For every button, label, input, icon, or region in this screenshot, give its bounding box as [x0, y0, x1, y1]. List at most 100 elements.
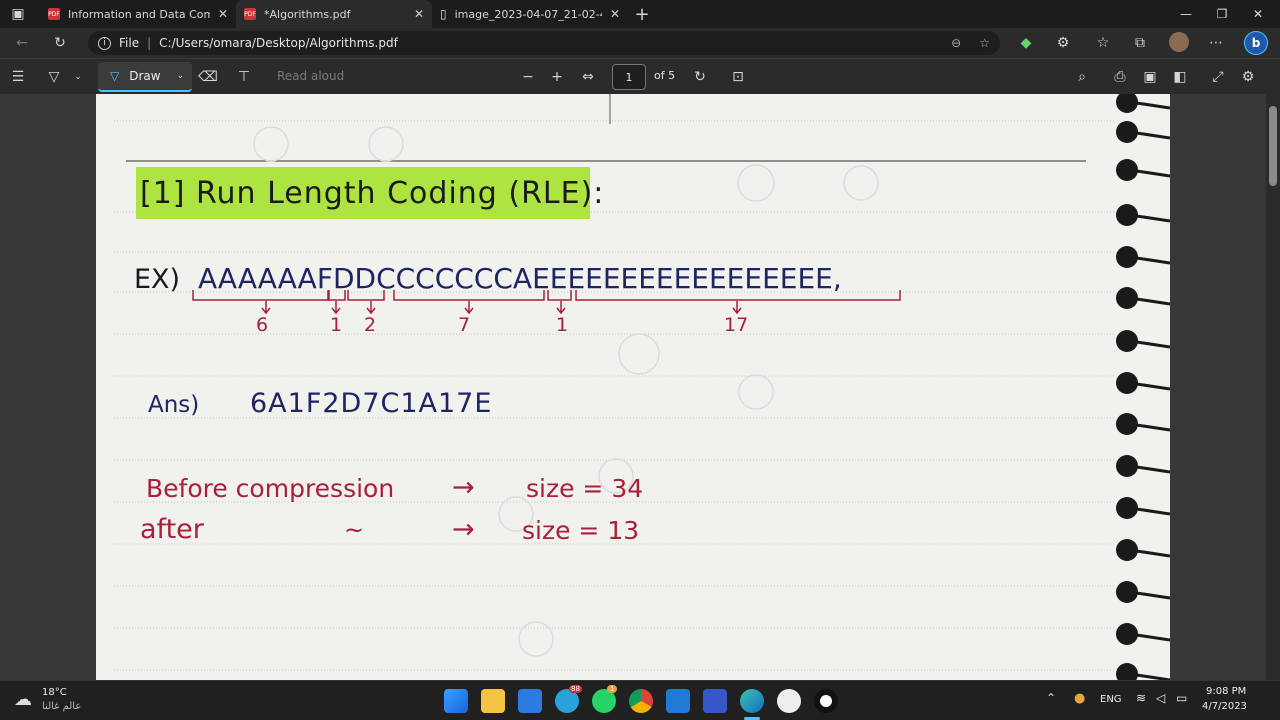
clock-time[interactable]: 9:08 PM	[1206, 686, 1246, 697]
zoom-out-icon[interactable]: −	[514, 65, 542, 89]
new-tab-icon[interactable]: +	[628, 2, 656, 26]
before-arrow: →	[452, 472, 475, 503]
tab-bar: ▣ PDF Information and Data Comparison ✕ …	[0, 0, 1280, 28]
example-label: EX)	[134, 264, 181, 295]
note-heading: [1] Run Length Coding (RLE):	[140, 176, 605, 211]
store-icon[interactable]	[518, 689, 542, 713]
refresh-icon[interactable]: ↻	[46, 31, 74, 55]
notification-badge: 88	[569, 685, 582, 693]
before-size: size = 34	[526, 474, 644, 503]
vscode-icon[interactable]	[666, 689, 690, 713]
search-icon[interactable]: ⌕	[1068, 65, 1096, 89]
scrollbar-thumb[interactable]	[1269, 106, 1277, 186]
clock-app-icon[interactable]	[777, 689, 801, 713]
tab-title: image_2023-04-07_21-02-47.png	[454, 7, 602, 21]
close-icon[interactable]: ✕	[218, 7, 228, 21]
tab-actions-icon[interactable]: ▣	[0, 2, 36, 26]
after-arrow: →	[452, 514, 475, 545]
save-as-icon[interactable]: ◧	[1166, 65, 1194, 89]
maximize-icon[interactable]: ❐	[1204, 0, 1240, 28]
pdf-page: [1] Run Length Coding (RLE): EX) AAAAAAF…	[96, 94, 1170, 680]
settings-icon[interactable]: ⚙	[1234, 65, 1262, 89]
tab-information[interactable]: PDF Information and Data Comparison ✕	[40, 0, 236, 28]
document-icon: ▯	[440, 7, 447, 21]
example-segment: F	[316, 262, 333, 295]
example-segment: DD	[332, 262, 377, 295]
info-icon: i	[98, 36, 111, 50]
back-icon[interactable]: ←	[8, 31, 36, 55]
answer-value: 6A1F2D7C1A17E	[250, 388, 493, 419]
edge-icon[interactable]	[740, 689, 764, 713]
minimize-icon[interactable]: —	[1168, 0, 1204, 28]
chevron-down-icon[interactable]: ⌄	[64, 65, 92, 89]
scrollbar[interactable]	[1266, 94, 1280, 680]
app-icon[interactable]	[703, 689, 727, 713]
save-icon[interactable]: ▣	[1136, 65, 1164, 89]
favorite-add-icon[interactable]: ☆	[979, 36, 990, 50]
pen-icon: ▽	[110, 69, 120, 83]
extensions-icon[interactable]: ⚙	[1049, 31, 1077, 55]
run-count: 6	[256, 314, 269, 336]
taskbar: ☁ 18°C عالم غالنا 88 1 ⌃ ● ENG ≋ ◁ ▭ 9:0…	[0, 680, 1280, 720]
extension-icon[interactable]: ◆	[1012, 31, 1040, 55]
microphone-icon[interactable]: ●	[1074, 691, 1085, 706]
language-indicator[interactable]: ENG	[1100, 694, 1122, 705]
contents-icon[interactable]: ☰	[4, 65, 32, 89]
fullscreen-icon[interactable]: ⤢	[1204, 65, 1232, 89]
example-string: AAAAAAFDDCCCCCCCAEEEEEEEEEEEEEEEEE,	[198, 262, 842, 295]
text-icon[interactable]: ⊤	[230, 65, 258, 89]
wifi-icon[interactable]: ≋	[1136, 691, 1146, 705]
clock-date[interactable]: 4/7/2023	[1202, 701, 1247, 712]
example-segment: ,	[832, 262, 842, 295]
file-explorer-icon[interactable]	[481, 689, 505, 713]
example-segment: EEEEEEEEEEEEEEEEE	[532, 262, 833, 295]
separator: |	[147, 36, 152, 50]
draw-label: Draw	[129, 69, 161, 83]
pdf-viewer[interactable]: [1] Run Length Coding (RLE): EX) AAAAAAF…	[0, 94, 1280, 680]
chrome-icon[interactable]	[629, 689, 653, 713]
eraser-icon[interactable]: ⌫	[194, 65, 222, 89]
notification-badge: 1	[607, 685, 618, 693]
close-icon[interactable]: ✕	[414, 7, 424, 21]
recorder-icon[interactable]	[814, 689, 838, 713]
tab-title: Information and Data Comparison	[68, 7, 210, 21]
collections-icon[interactable]: ⧉	[1126, 31, 1154, 55]
fit-page-icon[interactable]: ⇔	[574, 65, 602, 89]
avatar[interactable]	[1169, 32, 1189, 52]
before-label: Before compression	[146, 474, 395, 503]
run-count: 7	[458, 314, 471, 336]
page-number-input[interactable]: 1	[612, 64, 646, 90]
more-icon[interactable]: ⋯	[1202, 31, 1230, 55]
rotate-icon[interactable]: ↻	[686, 65, 714, 89]
start-icon[interactable]	[444, 689, 468, 713]
temperature[interactable]: 18°C	[42, 687, 67, 698]
read-aloud-button[interactable]: Read aloud	[277, 69, 344, 83]
run-count: 17	[724, 314, 749, 336]
zoom-in-icon[interactable]: +	[543, 65, 571, 89]
example-segment: AAAAAA	[198, 262, 317, 295]
chevron-up-icon[interactable]: ⌃	[1046, 691, 1056, 705]
chevron-down-icon[interactable]: ⌄	[177, 71, 185, 81]
run-count: 1	[556, 314, 569, 336]
pdf-icon: PDF	[244, 8, 256, 20]
tab-algorithms[interactable]: PDF *Algorithms.pdf ✕	[236, 0, 432, 28]
print-icon[interactable]: ⎙	[1106, 65, 1134, 89]
volume-icon[interactable]: ◁	[1156, 691, 1165, 705]
page-view-icon[interactable]: ⊡	[724, 65, 752, 89]
url-field[interactable]: i File | C:/Users/omara/Desktop/Algorith…	[88, 31, 1000, 55]
url-text: C:/Users/omara/Desktop/Algorithms.pdf	[159, 36, 398, 50]
close-icon[interactable]: ✕	[610, 7, 620, 21]
weather-icon[interactable]: ☁	[14, 689, 32, 710]
zoom-icon[interactable]: ⊖	[951, 36, 961, 50]
weather-text: عالم غالنا	[42, 701, 82, 712]
favorites-icon[interactable]: ☆	[1089, 31, 1117, 55]
page-number: 1	[625, 70, 633, 84]
after-size: size = 13	[522, 516, 640, 545]
pdf-toolbar: ☰ ▽ ⌄ ▽ Draw ⌄ ⌫ ⊤ Read aloud − + ⇔ 1 of…	[0, 58, 1280, 94]
bing-icon[interactable]: b	[1244, 31, 1268, 55]
close-window-icon[interactable]: ✕	[1240, 0, 1276, 28]
tab-image[interactable]: ▯ image_2023-04-07_21-02-47.png ✕	[432, 0, 628, 28]
draw-button[interactable]: ▽ Draw ⌄	[98, 62, 192, 92]
address-bar: ← ↻ i File | C:/Users/omara/Desktop/Algo…	[0, 28, 1280, 58]
battery-icon[interactable]: ▭	[1176, 691, 1187, 705]
